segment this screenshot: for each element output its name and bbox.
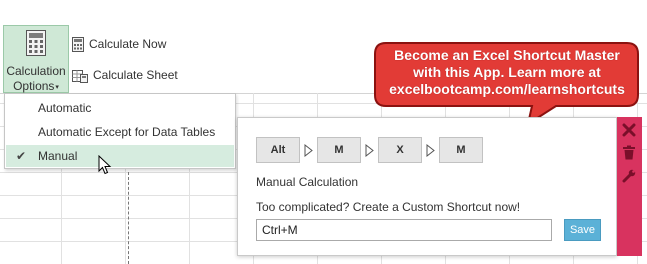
callout-line: with this App. Learn more at	[413, 64, 601, 80]
key-m: M	[317, 137, 361, 163]
arrow-right-icon	[361, 137, 378, 163]
trash-icon[interactable]	[622, 145, 636, 160]
save-button[interactable]: Save	[564, 219, 601, 241]
key-sequence: Alt M X M	[256, 137, 483, 163]
panel-side-toolbar	[617, 117, 642, 256]
callout-line: Become an Excel Shortcut Master	[394, 47, 620, 63]
custom-shortcut-prompt: Too complicated? Create a Custom Shortcu…	[256, 200, 521, 214]
arrow-right-icon	[300, 137, 317, 163]
shortcut-title: Manual Calculation	[256, 175, 359, 189]
wrench-icon[interactable]	[622, 169, 636, 183]
close-icon[interactable]	[622, 123, 636, 137]
callout-text: Become an Excel Shortcut Master with thi…	[378, 47, 636, 98]
callout-link[interactable]: excelbootcamp.com/learnshortcuts	[378, 81, 636, 98]
key-m: M	[439, 137, 483, 163]
key-alt: Alt	[256, 137, 300, 163]
key-x: X	[378, 137, 422, 163]
custom-shortcut-input[interactable]	[256, 219, 552, 241]
shortcut-panel: Alt M X M Manual Calculation Too complic…	[237, 117, 617, 256]
arrow-right-icon	[422, 137, 439, 163]
